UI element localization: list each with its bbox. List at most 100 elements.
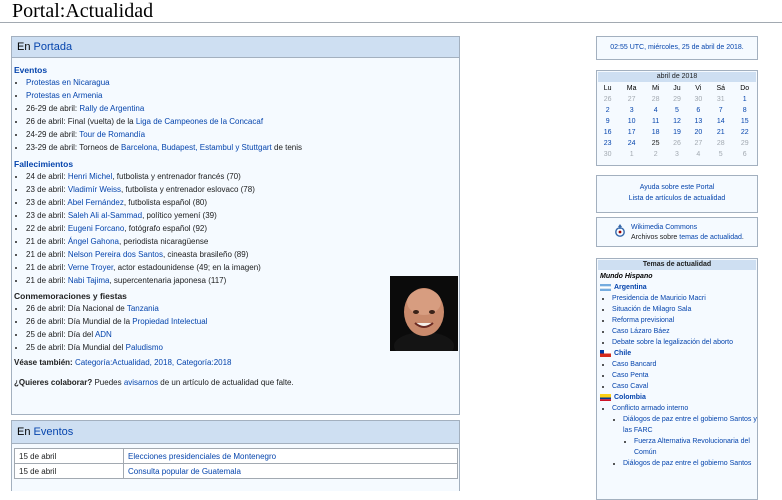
fallecimiento-item-link[interactable]: Abel Fernández	[67, 198, 123, 207]
temas-title: Temas de actualidad	[598, 260, 756, 270]
conmemoracion-item-link[interactable]: ADN	[95, 330, 112, 339]
page-title: Portal:Actualidad	[12, 0, 154, 22]
help-link[interactable]: Ayuda sobre este Portal	[640, 184, 715, 191]
topic-link[interactable]: Presidencia de Mauricio Macri	[612, 295, 706, 302]
calendar-day[interactable]: 19	[666, 127, 687, 138]
calendar-month: abril de 2018	[598, 72, 756, 82]
co-flag-icon	[600, 394, 611, 401]
help-box: Ayuda sobre este Portal Lista de artícul…	[596, 175, 758, 213]
calendar-day[interactable]: 6	[688, 105, 709, 116]
collaborate-text: ¿Quieres colaborar? Puedes avisarnos de …	[14, 378, 294, 387]
topic-link[interactable]: Diálogos de paz entre el gobierno Santos	[623, 460, 751, 467]
calendar-day[interactable]: 23	[597, 138, 618, 149]
calendar-week: 23 24 25 26 27 28 29	[597, 138, 757, 149]
verne-troyer-photo[interactable]	[390, 276, 458, 351]
calendar-day[interactable]: 3	[618, 105, 645, 116]
evento-item-link[interactable]: Liga de Campeones de la Concacaf	[136, 117, 263, 126]
event-cell: Elecciones presidenciales de Montenegro	[123, 448, 458, 464]
calendar-day[interactable]: 16	[597, 127, 618, 138]
subtopic-list: Fuerza Alternativa Revolucionaria del Co…	[623, 436, 757, 458]
topic-link[interactable]: Caso Lázaro Báez	[612, 328, 670, 335]
fallecimiento-item-link[interactable]: Nelson Pereira dos Santos	[68, 250, 163, 259]
ar-flag-icon	[600, 284, 611, 291]
event-date: 15 de abril	[14, 448, 124, 464]
eventos-link[interactable]: Eventos	[34, 426, 74, 438]
event-link[interactable]: Elecciones presidenciales de Montenegro	[128, 452, 276, 461]
calendar-day[interactable]: 10	[618, 116, 645, 127]
article-list-link[interactable]: Lista de artículos de actualidad	[629, 195, 726, 202]
eventos-section-title: Eventos	[14, 65, 48, 75]
fallecimiento-item-link[interactable]: Henri Michel	[68, 172, 112, 181]
fallecimiento-item-link[interactable]: Eugeni Forcano	[68, 224, 124, 233]
calendar-day[interactable]: 15	[732, 116, 757, 127]
evento-item-link[interactable]: Tour de Romandía	[79, 130, 145, 139]
calendar-day[interactable]: 11	[645, 116, 666, 127]
country-chile[interactable]: Chile	[600, 348, 757, 359]
event-cell: Consulta popular de Guatemala	[123, 463, 458, 479]
fallecimientos-list: 24 de abril: Henri Michel, futbolista y …	[14, 171, 459, 287]
calendar-day[interactable]: 14	[709, 116, 732, 127]
calendar-day[interactable]: 12	[666, 116, 687, 127]
topic-link[interactable]: Conflicto armado interno	[612, 405, 688, 412]
fallecimiento-item-link[interactable]: Vladimír Weiss	[68, 185, 121, 194]
conmemoracion-item-link[interactable]: Propiedad Intelectual	[132, 317, 207, 326]
list-item: Caso Caval	[612, 381, 757, 392]
fallecimiento-item-link[interactable]: Ángel Gahona	[68, 237, 119, 246]
eventos-panel: En Eventos 15 de abril Elecciones preside…	[11, 420, 460, 491]
evento-item-link[interactable]: Rally de Argentina	[79, 104, 144, 113]
topic-link[interactable]: Caso Bancard	[612, 361, 656, 368]
fallecimiento-item: 22 de abril: Eugeni Forcano, fotógrafo e…	[26, 223, 459, 235]
calendar-weekday: Lu	[603, 85, 612, 92]
evento-item-link[interactable]: Protestas en Armenia	[26, 91, 102, 100]
calendar-day[interactable]: 22	[732, 127, 757, 138]
conmemoracion-item-link[interactable]: Paludismo	[126, 343, 163, 352]
calendar-day[interactable]: 18	[645, 127, 666, 138]
conmemoracion-item-link[interactable]: Tanzania	[127, 304, 159, 313]
list-item: Presidencia de Mauricio Macri	[612, 293, 757, 304]
calendar-weekday: Ma	[626, 85, 637, 92]
calendar-day[interactable]: 24	[618, 138, 645, 149]
portada-link[interactable]: Portada	[34, 41, 73, 53]
eventos-table: 15 de abril Elecciones presidenciales de …	[14, 448, 458, 479]
event-link[interactable]: Consulta popular de Guatemala	[128, 467, 241, 476]
topic-link[interactable]: Situación de Milagro Sala	[612, 306, 691, 313]
fallecimiento-item: 21 de abril: Verne Troyer, actor estadou…	[26, 262, 459, 274]
calendar-day[interactable]: 21	[709, 127, 732, 138]
country-colombia[interactable]: Colombia	[600, 392, 757, 403]
commons-link[interactable]: Wikimedia Commons	[631, 224, 697, 231]
evento-item-link[interactable]: Barcelona, Budapest, Estambul y Stuttgar…	[121, 143, 272, 152]
topic-link[interactable]: Caso Penta	[612, 372, 649, 379]
calendar-day[interactable]: 13	[688, 116, 709, 127]
calendar-day[interactable]: 2	[597, 105, 618, 116]
fallecimientos-section-title: Fallecimientos	[14, 159, 74, 169]
commons-topics-link[interactable]: temas de actualidad	[679, 234, 742, 241]
calendar-day[interactable]: 5	[666, 105, 687, 116]
fallecimiento-item-link[interactable]: Saleh Ali al-Sammad	[68, 211, 142, 220]
portada-heading: En Portada	[12, 37, 459, 58]
evento-item-link[interactable]: Protestas en Nicaragua	[26, 78, 110, 87]
see-also-links[interactable]: Categoría:Actualidad, 2018, Categoría:20…	[75, 358, 232, 367]
topic-link[interactable]: Fuerza Alternativa Revolucionaria del Co…	[634, 438, 750, 456]
fallecimiento-item-link[interactable]: Nabi Tajima	[68, 276, 110, 285]
calendar-day[interactable]: 20	[688, 127, 709, 138]
calendar-day[interactable]: 8	[732, 105, 757, 116]
list-item: Reforma previsional	[612, 315, 757, 326]
datetime-text[interactable]: 02:55 UTC, miércoles, 25 de abril de 201…	[610, 44, 743, 51]
calendar-day: 2	[653, 151, 658, 158]
calendar-day[interactable]: 7	[709, 105, 732, 116]
topic-list: Caso Bancard Caso Penta Caso Caval	[600, 359, 757, 392]
fallecimiento-item: 23 de abril: Saleh Ali al-Sammad, políti…	[26, 210, 459, 222]
wikimedia-commons-icon	[614, 224, 626, 238]
topic-link[interactable]: Debate sobre la legalización del aborto	[612, 339, 733, 346]
calendar-day[interactable]: 17	[618, 127, 645, 138]
topic-link[interactable]: Caso Caval	[612, 383, 648, 390]
avisarnos-link[interactable]: avisarnos	[124, 378, 158, 387]
topic-link[interactable]: Reforma previsional	[612, 317, 674, 324]
calendar-day[interactable]: 1	[732, 94, 757, 105]
country-argentina[interactable]: Argentina	[600, 282, 757, 293]
calendar-day[interactable]: 9	[597, 116, 618, 127]
calendar-day[interactable]: 4	[645, 105, 666, 116]
calendar-week: 26 27 28 29 30 31 1	[597, 94, 757, 105]
fallecimiento-item-link[interactable]: Verne Troyer	[68, 263, 113, 272]
topic-link[interactable]: Diálogos de paz entre el gobierno Santos…	[623, 416, 757, 434]
